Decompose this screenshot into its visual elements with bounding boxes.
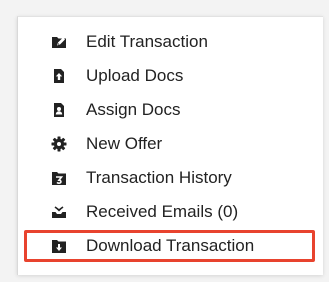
gear-icon (51, 136, 67, 152)
menu-item-assign-docs[interactable]: Assign Docs (18, 95, 323, 125)
transaction-actions-menu: Edit Transaction Upload Docs Assign Docs (17, 16, 323, 275)
menu-item-received-emails[interactable]: Received Emails (0) (18, 197, 323, 227)
menu-item-label: Assign Docs (86, 100, 181, 119)
menu-item-transaction-history[interactable]: Transaction History (18, 163, 323, 193)
folder-edit-icon (51, 34, 67, 50)
menu-item-edit-transaction[interactable]: Edit Transaction (18, 27, 323, 57)
menu-item-label: New Offer (86, 134, 163, 153)
menu-item-label: Upload Docs (86, 66, 184, 85)
menu-item-download-transaction[interactable]: Download Transaction (24, 230, 315, 262)
download-box-icon (51, 238, 67, 254)
menu-item-label: Download Transaction (86, 236, 255, 255)
history-icon (51, 170, 67, 186)
menu-item-label: Transaction History (86, 168, 232, 187)
file-upload-icon (51, 68, 67, 84)
menu-item-label: Edit Transaction (86, 32, 208, 51)
assign-docs-icon (51, 102, 67, 118)
menu-item-upload-docs[interactable]: Upload Docs (18, 61, 323, 91)
menu-item-new-offer[interactable]: New Offer (18, 129, 323, 159)
menu-item-label: Received Emails (0) (86, 202, 239, 221)
email-tray-icon (51, 204, 67, 220)
